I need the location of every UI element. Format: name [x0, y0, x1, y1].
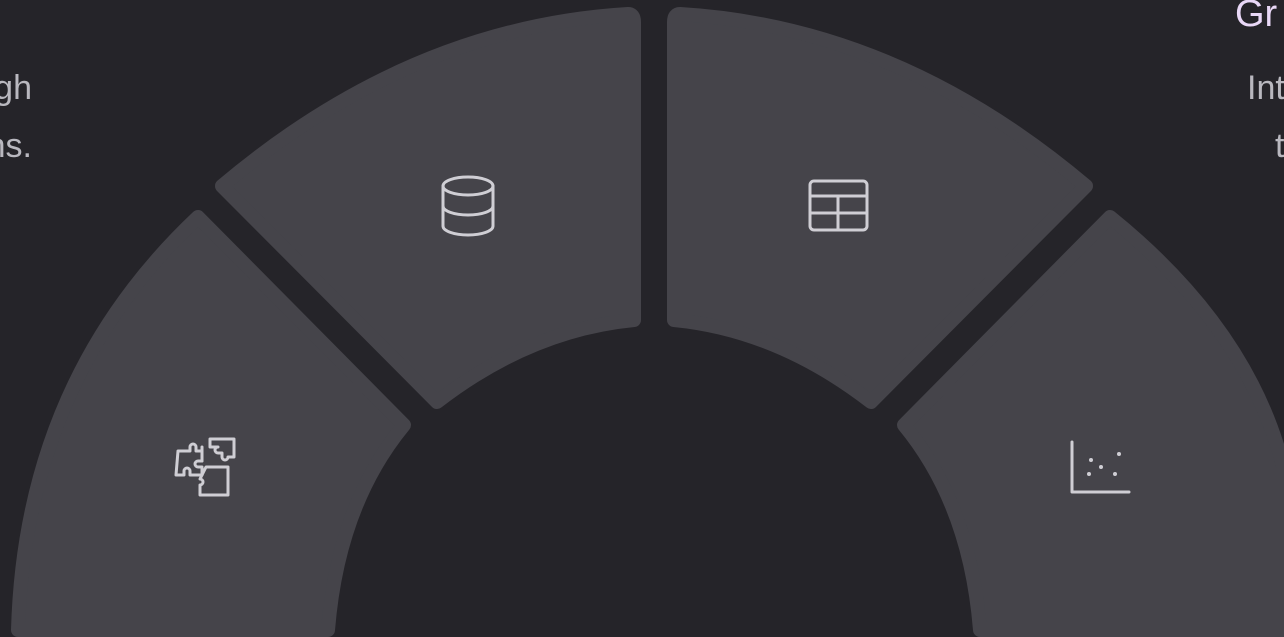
semicircle-segment-ring	[11, 7, 1284, 637]
page: gh ns. Gr Int t	[0, 0, 1284, 637]
